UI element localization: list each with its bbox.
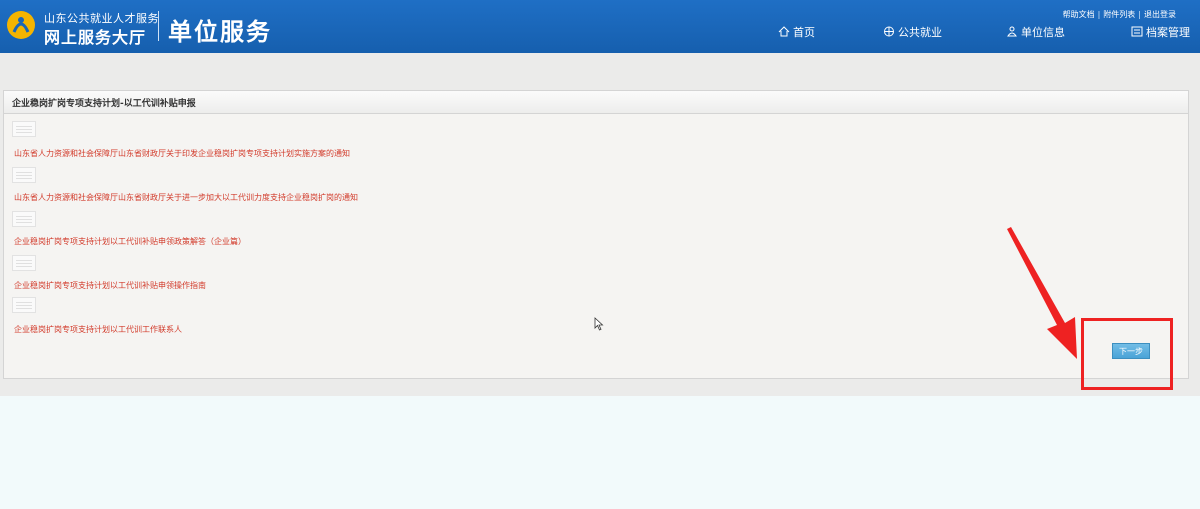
logo-icon [7,11,35,39]
document-link[interactable]: 山东省人力资源和社会保障厅山东省财政厅关于印发企业稳岗扩岗专项支持计划实施方案的… [14,148,350,159]
nav-home[interactable]: 首页 [778,24,815,40]
panel-header: 企业稳岗扩岗专项支持计划-以工代训补贴申报 [4,91,1188,114]
nav-unit-info-label: 单位信息 [1021,26,1065,39]
document-icon [12,297,36,313]
nav-public-employment-label: 公共就业 [898,26,942,39]
panel-title: 企业稳岗扩岗专项支持计划-以工代训补贴申报 [12,99,196,109]
hall-name: 网上服务大厅 [44,28,147,47]
nav-unit-info[interactable]: 单位信息 [1006,24,1065,40]
globe-icon [884,26,894,37]
document-icon [12,211,36,227]
archive-icon [1131,26,1143,37]
mouse-cursor-icon [594,317,604,331]
logout-link[interactable]: 退出登录 [1144,10,1176,19]
top-header: 山东公共就业人才服务 网上服务大厅 单位服务 帮助文档 | 附件列表 | 退出登录 首页… [0,0,1200,53]
home-icon [778,26,790,37]
nav-archive-mgmt[interactable]: 档案管理 [1131,24,1190,40]
highlight-box [1081,318,1173,390]
nav-archive-mgmt-label: 档案管理 [1146,26,1190,39]
document-icon [12,121,36,137]
nav-public-employment[interactable]: 公共就业 [883,24,942,40]
document-icon [12,255,36,271]
attachments-link[interactable]: 附件列表 [1103,10,1135,19]
document-link[interactable]: 山东省人力资源和社会保障厅山东省财政厅关于进一步加大以工代训力度支持企业稳岗扩岗… [14,192,358,203]
document-link[interactable]: 企业稳岗扩岗专项支持计划以工代训补贴申领政策解答（企业篇） [14,236,246,247]
document-link[interactable]: 企业稳岗扩岗专项支持计划以工代训补贴申领操作指南 [14,280,206,291]
link-separator: | [1138,10,1141,19]
section-title: 单位服务 [168,18,272,46]
people-icon [1007,26,1017,37]
annotation-arrow-icon [1007,227,1077,359]
link-separator: | [1097,10,1101,19]
document-link[interactable]: 企业稳岗扩岗专项支持计划以工代训工作联系人 [14,324,182,335]
document-icon [12,167,36,183]
brand-divider [158,11,159,41]
top-links: 帮助文档 | 附件列表 | 退出登录 [1063,9,1176,20]
help-docs-link[interactable]: 帮助文档 [1063,10,1095,19]
nav-home-label: 首页 [793,26,815,39]
